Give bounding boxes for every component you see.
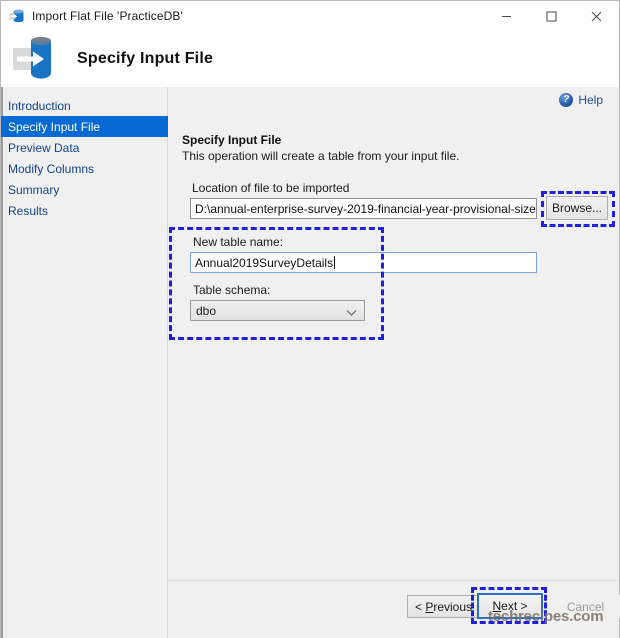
browse-button[interactable]: Browse... — [546, 196, 608, 220]
sidebar-item-label: Preview Data — [8, 141, 79, 155]
previous-label: < Previous — [415, 600, 472, 614]
app-icon — [9, 8, 25, 24]
table-name-value: Annual2019SurveyDetails — [195, 256, 333, 270]
text-caret — [334, 256, 335, 269]
table-schema-value: dbo — [196, 304, 216, 318]
table-name-input[interactable]: Annual2019SurveyDetails — [190, 252, 537, 273]
maximize-icon[interactable] — [529, 1, 574, 31]
content-panel: ? Help Specify Input File This operation… — [168, 87, 619, 638]
table-schema-label: Table schema: — [193, 283, 270, 297]
sidebar-item-results[interactable]: Results — [1, 200, 168, 221]
sidebar-item-label: Specify Input File — [8, 120, 100, 134]
previous-accel: P — [425, 600, 433, 614]
help-link[interactable]: ? Help — [559, 93, 603, 107]
minimize-icon[interactable] — [484, 1, 529, 31]
section-title: Specify Input File — [182, 133, 281, 147]
import-flat-file-window: Import Flat File 'PracticeDB' — [0, 0, 620, 638]
table-schema-select[interactable]: dbo — [190, 300, 365, 321]
sidebar-step-list: Introduction Specify Input File Preview … — [1, 95, 168, 221]
sidebar-item-preview-data[interactable]: Preview Data — [1, 137, 168, 158]
section-subtitle: This operation will create a table from … — [182, 149, 459, 163]
location-label: Location of file to be imported — [192, 181, 349, 195]
wizard-content: ? Help Specify Input File This operation… — [168, 87, 619, 638]
file-location-input[interactable]: D:\annual-enterprise-survey-2019-financi… — [190, 198, 537, 219]
file-location-value: D:\annual-enterprise-survey-2019-financi… — [195, 202, 537, 216]
sidebar-item-modify-columns[interactable]: Modify Columns — [1, 158, 168, 179]
database-import-icon — [13, 36, 63, 82]
help-label: Help — [578, 93, 603, 107]
browse-label: Browse... — [552, 201, 602, 215]
table-name-label: New table name: — [193, 235, 283, 249]
sidebar-item-label: Results — [8, 204, 48, 218]
page-title: Specify Input File — [77, 50, 213, 68]
title-bar: Import Flat File 'PracticeDB' — [1, 1, 619, 31]
watermark: techrecipes.com — [488, 608, 603, 625]
previous-button[interactable]: < Previous — [407, 595, 480, 618]
window-title: Import Flat File 'PracticeDB' — [32, 9, 183, 23]
footer-separator — [168, 580, 619, 581]
sidebar-item-label: Introduction — [8, 99, 71, 113]
sidebar-item-specify-input-file[interactable]: Specify Input File — [1, 116, 168, 137]
wizard-sidebar: Introduction Specify Input File Preview … — [1, 87, 168, 638]
wizard-body: Introduction Specify Input File Preview … — [1, 87, 619, 638]
sidebar-item-label: Summary — [8, 183, 59, 197]
sidebar-item-label: Modify Columns — [8, 162, 94, 176]
sidebar-item-introduction[interactable]: Introduction — [1, 95, 168, 116]
sidebar-item-summary[interactable]: Summary — [1, 179, 168, 200]
window-controls — [484, 1, 619, 31]
chevron-down-icon — [346, 306, 357, 320]
wizard-header: Specify Input File — [1, 31, 619, 87]
close-icon[interactable] — [574, 1, 619, 31]
help-icon: ? — [559, 93, 573, 107]
